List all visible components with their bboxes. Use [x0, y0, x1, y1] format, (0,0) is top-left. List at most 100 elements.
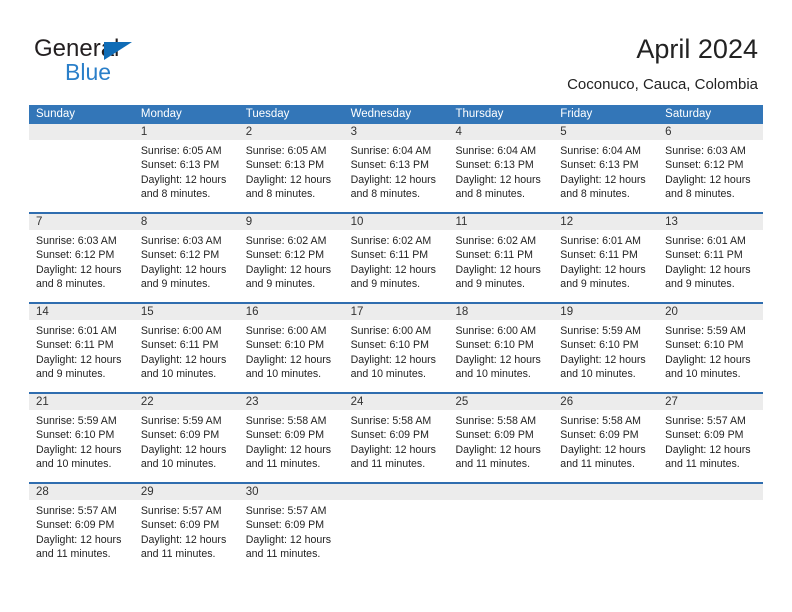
day-detail-line: and 9 minutes.: [455, 278, 525, 291]
calendar-day-cell[interactable]: 13 Sunrise: 6:01 AM Sunset: 6:11 PM Dayligh…: [658, 214, 764, 302]
day-detail-line: Sunset: 6:13 PM: [140, 159, 220, 172]
day-details: Sunrise: 6:00 AM Sunset: 6:10 PM Daylight:…: [239, 320, 344, 382]
calendar-day-cell[interactable]: 23 Sunrise: 5:58 AM Sunset: 6:09 PM Dayligh…: [238, 394, 344, 482]
day-detail-line: Sunset: 6:12 PM: [245, 249, 325, 262]
day-details: Sunrise: 6:02 AM Sunset: 6:11 PM Daylight:…: [344, 230, 449, 292]
day-details: Sunrise: 5:57 AM Sunset: 6:09 PM Daylight:…: [658, 410, 763, 472]
day-detail-line: Daylight: 12 hours: [560, 353, 646, 366]
weekday-header-wednesday: Wednesday: [350, 108, 412, 120]
day-detail-line: Sunset: 6:11 PM: [350, 249, 429, 262]
day-detail-line: Daylight: 12 hours: [455, 443, 541, 456]
day-number: 23: [238, 394, 344, 410]
calendar-day-cell[interactable]: 28 Sunrise: 5:57 AM Sunset: 6:09 PM Dayligh…: [29, 484, 134, 560]
day-detail-line: Sunrise: 6:00 AM: [245, 325, 327, 337]
day-detail-line: and 11 minutes.: [665, 458, 740, 471]
day-detail-line: Daylight: 12 hours: [560, 263, 646, 276]
day-details: Sunrise: 6:01 AM Sunset: 6:11 PM Daylight:…: [29, 320, 134, 382]
calendar-day-cell[interactable]: 24 Sunrise: 5:58 AM Sunset: 6:09 PM Dayligh…: [343, 394, 449, 482]
day-detail-line: and 11 minutes.: [245, 458, 321, 471]
calendar-day-cell[interactable]: 2 Sunrise: 6:05 AM Sunset: 6:13 PM Daylight…: [238, 124, 344, 212]
day-detail-line: Daylight: 12 hours: [560, 443, 646, 456]
day-number: 9: [238, 214, 344, 230]
day-detail-line: Daylight: 12 hours: [245, 533, 332, 546]
day-number: 7: [29, 214, 134, 230]
day-detail-line: Sunrise: 5:59 AM: [140, 415, 222, 427]
day-detail-line: Daylight: 12 hours: [140, 173, 227, 186]
calendar-day-cell[interactable]: 11 Sunrise: 6:02 AM Sunset: 6:11 PM Dayligh…: [448, 214, 554, 302]
calendar-day-cell[interactable]: 25 Sunrise: 5:58 AM Sunset: 6:09 PM Dayligh…: [448, 394, 554, 482]
day-detail-line: and 9 minutes.: [245, 278, 316, 291]
day-detail-line: and 11 minutes.: [560, 458, 635, 471]
calendar-day-cell[interactable]: 15 Sunrise: 6:00 AM Sunset: 6:11 PM Dayligh…: [133, 304, 239, 392]
calendar-day-cell[interactable]: 21 Sunrise: 5:59 AM Sunset: 6:10 PM Dayligh…: [29, 394, 134, 482]
day-detail-line: Daylight: 12 hours: [455, 173, 541, 186]
calendar-day-cell[interactable]: 20 Sunrise: 5:59 AM Sunset: 6:10 PM Dayligh…: [658, 304, 764, 392]
weekday-header-monday: Monday: [140, 108, 182, 120]
day-details: Sunrise: 6:01 AM Sunset: 6:11 PM Daylight:…: [553, 230, 658, 292]
calendar-day-cell[interactable]: 8 Sunrise: 6:03 AM Sunset: 6:12 PM Daylight…: [133, 214, 239, 302]
day-detail-line: and 10 minutes.: [350, 368, 426, 381]
weekday-header-sunday: Sunday: [36, 108, 76, 120]
day-detail-line: Daylight: 12 hours: [245, 173, 332, 186]
calendar-week-row: 28 Sunrise: 5:57 AM Sunset: 6:09 PM Dayligh…: [29, 482, 764, 562]
day-detail-line: Sunrise: 5:58 AM: [455, 415, 537, 427]
day-detail-line: Sunset: 6:13 PM: [455, 159, 534, 172]
day-details: Sunrise: 5:58 AM Sunset: 6:09 PM Daylight:…: [344, 410, 449, 472]
day-detail-line: Sunrise: 6:02 AM: [245, 235, 327, 247]
calendar-day-cell[interactable]: 3 Sunrise: 6:04 AM Sunset: 6:13 PM Daylight…: [343, 124, 449, 212]
day-number: 12: [553, 214, 659, 230]
day-details: Sunrise: 5:57 AM Sunset: 6:09 PM Daylight:…: [134, 500, 239, 562]
day-detail-line: Daylight: 12 hours: [665, 443, 751, 456]
day-detail-line: Sunset: 6:11 PM: [36, 339, 114, 352]
weekday-header-row: Sunday Monday Tuesday Wednesday Thursday Frid…: [29, 105, 763, 124]
day-details: Sunrise: 5:57 AM Sunset: 6:09 PM Daylight:…: [29, 500, 134, 562]
day-detail-line: Sunset: 6:12 PM: [665, 159, 744, 172]
calendar-day-cell[interactable]: 18 Sunrise: 6:00 AM Sunset: 6:10 PM Dayligh…: [448, 304, 554, 392]
day-details: Sunrise: 5:59 AM Sunset: 6:10 PM Daylight:…: [658, 320, 763, 382]
day-detail-line: and 10 minutes.: [140, 458, 217, 471]
calendar-day-cell[interactable]: 10 Sunrise: 6:02 AM Sunset: 6:11 PM Dayligh…: [343, 214, 449, 302]
day-number: 24: [343, 394, 449, 410]
calendar-day-cell[interactable]: 1 Sunrise: 6:05 AM Sunset: 6:13 PM Daylight…: [133, 124, 239, 212]
day-detail-line: Sunset: 6:09 PM: [140, 429, 220, 442]
calendar-day-cell[interactable]: 12 Sunrise: 6:01 AM Sunset: 6:11 PM Dayligh…: [553, 214, 659, 302]
calendar-day-cell[interactable]: 6 Sunrise: 6:03 AM Sunset: 6:12 PM Daylight…: [658, 124, 764, 212]
calendar-day-cell[interactable]: 7 Sunrise: 6:03 AM Sunset: 6:12 PM Daylight…: [29, 214, 134, 302]
day-number: 27: [658, 394, 764, 410]
day-detail-line: Sunset: 6:10 PM: [455, 339, 534, 352]
calendar-day-cell[interactable]: 9 Sunrise: 6:02 AM Sunset: 6:12 PM Daylight…: [238, 214, 344, 302]
day-details: Sunrise: 6:02 AM Sunset: 6:12 PM Daylight:…: [239, 230, 344, 292]
day-detail-line: Sunrise: 6:04 AM: [455, 145, 537, 157]
day-details: Sunrise: 6:05 AM Sunset: 6:13 PM Daylight:…: [134, 140, 239, 202]
day-details: Sunrise: 6:03 AM Sunset: 6:12 PM Daylight:…: [134, 230, 239, 292]
day-detail-line: Sunset: 6:09 PM: [140, 519, 220, 532]
day-detail-line: Sunset: 6:09 PM: [245, 519, 325, 532]
day-detail-line: Daylight: 12 hours: [140, 353, 227, 366]
calendar-day-cell[interactable]: 16 Sunrise: 6:00 AM Sunset: 6:10 PM Dayligh…: [238, 304, 344, 392]
calendar-day-cell[interactable]: 26 Sunrise: 5:58 AM Sunset: 6:09 PM Dayligh…: [553, 394, 659, 482]
calendar-day-cell[interactable]: 17 Sunrise: 6:00 AM Sunset: 6:10 PM Dayligh…: [343, 304, 449, 392]
calendar-day-cell[interactable]: 30 Sunrise: 5:57 AM Sunset: 6:09 PM Dayligh…: [238, 484, 344, 560]
day-details: Sunrise: 6:00 AM Sunset: 6:10 PM Daylight:…: [448, 320, 553, 382]
calendar-day-cell[interactable]: 5 Sunrise: 6:04 AM Sunset: 6:13 PM Daylight…: [553, 124, 659, 212]
day-details: Sunrise: 6:03 AM Sunset: 6:12 PM Daylight:…: [658, 140, 763, 202]
day-detail-line: Sunrise: 6:05 AM: [245, 145, 327, 157]
calendar-week-row: 14 Sunrise: 6:01 AM Sunset: 6:11 PM Dayligh…: [29, 302, 764, 392]
calendar-day-cell[interactable]: 19 Sunrise: 5:59 AM Sunset: 6:10 PM Dayligh…: [553, 304, 659, 392]
calendar-day-cell[interactable]: 22 Sunrise: 5:59 AM Sunset: 6:09 PM Dayligh…: [133, 394, 239, 482]
day-details: Sunrise: 6:03 AM Sunset: 6:12 PM Daylight:…: [29, 230, 134, 292]
calendar-day-cell[interactable]: 29 Sunrise: 5:57 AM Sunset: 6:09 PM Dayligh…: [133, 484, 239, 562]
day-number: 29: [133, 484, 239, 500]
day-detail-line: and 8 minutes.: [245, 188, 316, 201]
day-detail-line: Daylight: 12 hours: [665, 263, 751, 276]
calendar-day-cell-empty: [448, 484, 554, 560]
day-details: Sunrise: 6:01 AM Sunset: 6:11 PM Daylight:…: [658, 230, 763, 292]
day-detail-line: Sunset: 6:09 PM: [560, 429, 639, 442]
day-number: [658, 484, 764, 500]
general-blue-logo[interactable]: General Blue: [34, 36, 234, 90]
calendar-day-cell[interactable]: 14 Sunrise: 6:01 AM Sunset: 6:11 PM Dayligh…: [29, 304, 134, 392]
calendar-day-cell[interactable]: 4 Sunrise: 6:04 AM Sunset: 6:13 PM Daylight…: [448, 124, 554, 212]
day-detail-line: Sunset: 6:11 PM: [455, 249, 533, 262]
day-detail-line: and 8 minutes.: [36, 278, 106, 291]
calendar-day-cell[interactable]: 27 Sunrise: 5:57 AM Sunset: 6:09 PM Dayligh…: [658, 394, 764, 482]
